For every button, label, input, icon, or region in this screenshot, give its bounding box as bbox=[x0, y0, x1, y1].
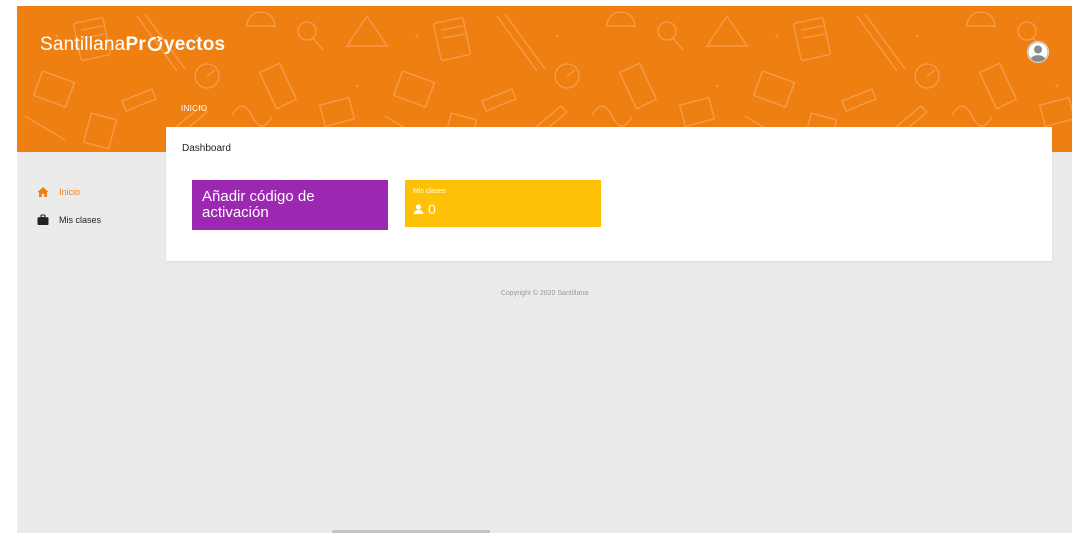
my-classes-count: 0 bbox=[428, 201, 436, 217]
user-avatar[interactable] bbox=[1027, 41, 1049, 63]
person-icon bbox=[413, 204, 424, 214]
app-frame: SantillanaPr yectos INICIO Inicio Mis cla… bbox=[17, 6, 1072, 533]
copyright-text: Copyright © 2020 Santillana bbox=[500, 290, 589, 297]
my-classes-tile[interactable]: Mis clases 0 bbox=[405, 180, 601, 227]
sidebar-nav: Inicio Mis clases bbox=[17, 178, 157, 234]
user-avatar-icon bbox=[1027, 41, 1049, 63]
logo-text-bold-end: yectos bbox=[163, 34, 226, 55]
sidebar-item-label: Mis clases bbox=[59, 215, 102, 225]
activation-code-label: Añadir código de activación bbox=[202, 188, 315, 221]
logo-text-bold-start: Pr bbox=[125, 34, 146, 55]
logo-text-light: Santillana bbox=[40, 34, 126, 55]
my-classes-label: Mis clases bbox=[413, 188, 446, 195]
breadcrumb[interactable]: INICIO bbox=[181, 104, 207, 113]
sidebar-item-label: Inicio bbox=[59, 187, 81, 197]
briefcase-icon bbox=[37, 214, 49, 225]
dashboard-card: Dashboard Añadir código de activación Mi… bbox=[166, 127, 1052, 261]
logo-o-mark-icon bbox=[147, 36, 163, 52]
sidebar-item-mis-clases[interactable]: Mis clases bbox=[17, 206, 157, 234]
my-classes-count-row: 0 bbox=[413, 201, 436, 217]
app-logo[interactable]: SantillanaPr yectos bbox=[40, 34, 225, 56]
activation-code-tile[interactable]: Añadir código de activación bbox=[192, 180, 388, 230]
sidebar-item-inicio[interactable]: Inicio bbox=[17, 178, 157, 206]
page-title: Dashboard bbox=[182, 143, 231, 154]
home-icon bbox=[37, 187, 49, 197]
